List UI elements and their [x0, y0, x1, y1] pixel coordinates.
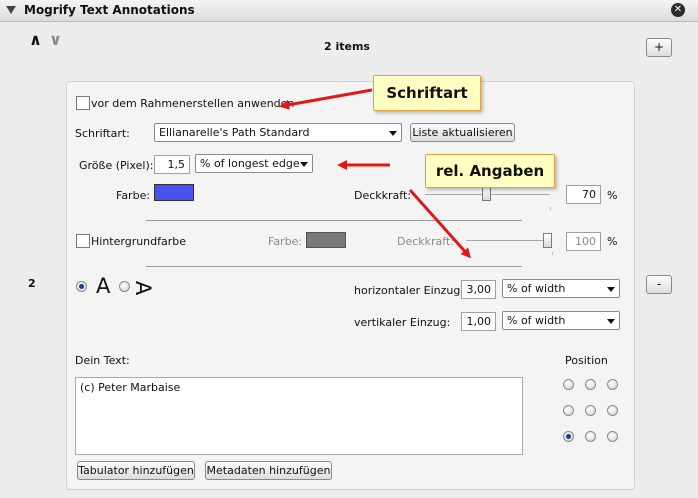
annotation-arrows [279, 88, 471, 259]
arrow-to-checkbox [279, 88, 373, 110]
arrow-to-indent [408, 189, 471, 259]
